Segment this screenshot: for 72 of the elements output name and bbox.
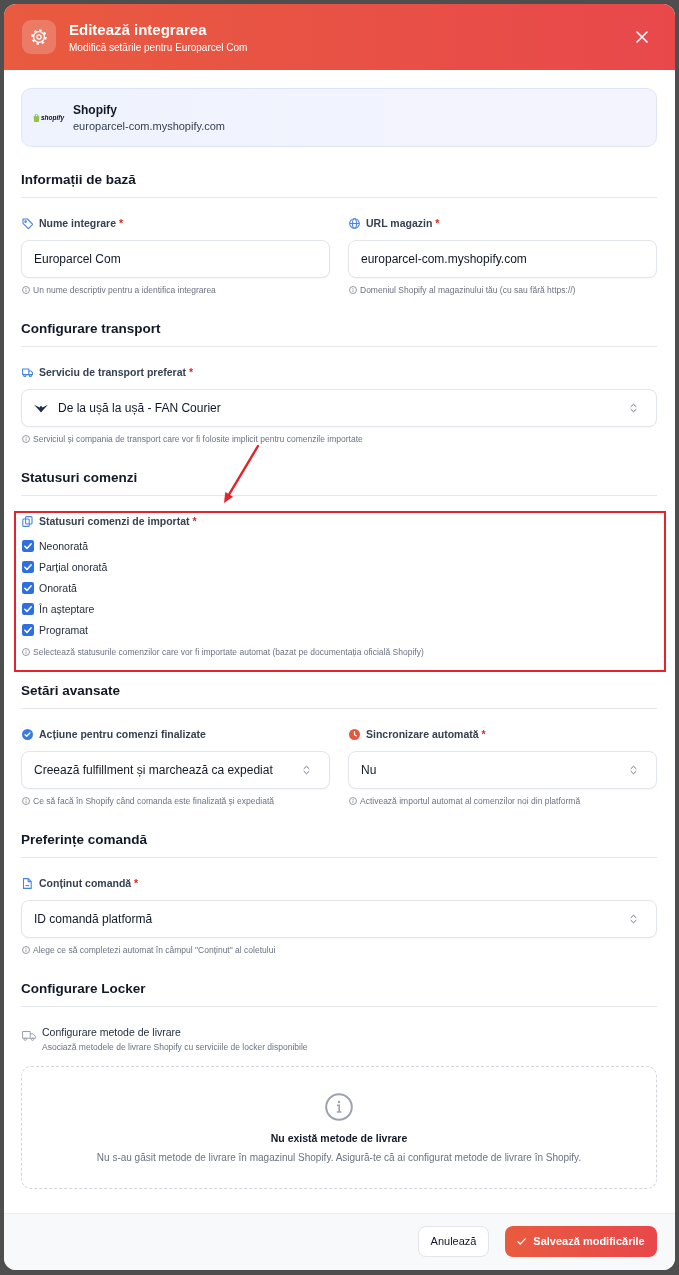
option-label: Parțial onorată <box>39 559 108 574</box>
checkbox[interactable] <box>22 560 34 573</box>
hint-text: Alege ce să completezi automat în câmpul "Conținut" al coletului <box>33 944 276 956</box>
section-title: Configurare Locker <box>21 980 147 998</box>
info-icon <box>22 435 30 443</box>
select-dropdown[interactable]: Nu <box>348 751 657 789</box>
info-icon <box>325 1093 353 1121</box>
section-title: Informații de bază <box>21 171 137 189</box>
globe-icon <box>349 217 360 229</box>
select-dropdown[interactable]: Creează fulfillment și marchează ca expediat <box>21 751 330 789</box>
settings-icon <box>22 20 56 54</box>
dialog-title: Editează integrarea <box>69 19 208 39</box>
checkbox[interactable] <box>22 581 34 594</box>
close-icon <box>636 31 648 43</box>
hint-text: Serviciul și compania de transport care vor fi folosite implicit pentru comenzile importate <box>33 433 363 445</box>
hint-text: Domeniul Shopify al magazinului tău (cu sau fără https://) <box>360 284 576 296</box>
option-label: Onorată <box>39 580 77 595</box>
field-label: URL magazin * <box>366 216 440 231</box>
clock-icon <box>349 728 360 740</box>
dialog-subtitle: Modifică setările pentru Europarcel Com <box>69 40 249 55</box>
check-icon <box>517 1237 527 1245</box>
section-title: Setări avansate <box>21 682 122 700</box>
chevron-up-down-icon <box>630 765 637 775</box>
info-icon <box>349 286 357 294</box>
option-label: Programat <box>39 622 89 637</box>
field-label: Conținut comandă * <box>39 876 139 891</box>
hint-text: Activează importul automat al comenzilor noi din platformă <box>360 795 581 807</box>
section-title: Statusuri comenzi <box>21 469 139 487</box>
close-button[interactable] <box>636 31 648 43</box>
text-input[interactable]: Europarcel Com <box>21 240 330 278</box>
annotation-arrow <box>222 444 260 504</box>
platform-url: europarcel-com.myshopify.com <box>73 118 225 134</box>
select-dropdown[interactable]: ID comandă platformă <box>21 900 657 938</box>
hint-text: Selectează statusurile comenzilor care vor fi importate automat (bazat pe documentația oficială Shopify) <box>33 646 424 658</box>
field-label: Serviciu de transport preferat * <box>39 365 194 380</box>
document-icon <box>22 877 33 889</box>
info-icon <box>22 286 30 294</box>
info-icon <box>22 946 30 954</box>
locker-title: Configurare metode de livrare <box>42 1025 182 1040</box>
empty-state-title: Nu există metode de livrare <box>270 1131 408 1145</box>
checkbox[interactable] <box>22 623 34 636</box>
field-label: Statusuri comenzi de importat * <box>39 514 197 529</box>
bag-logo-icon <box>33 113 40 122</box>
cancel-button[interactable]: Anulează <box>418 1225 489 1257</box>
text-input[interactable]: europarcel-com.myshopify.com <box>348 240 657 278</box>
field-label: Sincronizare automată * <box>366 727 486 742</box>
option-label: Neonorată <box>39 538 89 553</box>
info-icon <box>22 797 30 805</box>
chevron-up-down-icon <box>303 765 310 775</box>
info-icon <box>22 648 30 656</box>
info-icon <box>349 797 357 805</box>
select-dropdown[interactable]: De la ușă la ușă - FAN Courier <box>21 389 657 427</box>
copy-icon <box>22 515 33 527</box>
chevron-up-down-icon <box>630 403 637 413</box>
locker-description: Asociază metodele de livrare Shopify cu serviciile de locker disponibile <box>42 1041 308 1053</box>
truck-icon <box>22 1030 36 1041</box>
checkbox[interactable] <box>22 602 34 615</box>
hint-text: Un nume descriptiv pentru a identifica integrarea <box>33 284 216 296</box>
save-button[interactable]: Salvează modificările <box>505 1225 657 1257</box>
option-label: În așteptare <box>39 601 95 616</box>
section-title: Preferințe comandă <box>21 831 149 849</box>
truck-icon <box>22 366 33 378</box>
empty-state-text: Nu s-au găsit metode de livrare în magazinul Shopify. Asigură-te că ai configurat metode de livrare în Shopify. <box>96 1151 582 1165</box>
checkbox[interactable] <box>22 539 34 552</box>
field-label: Acțiune pentru comenzi finalizate <box>39 727 206 742</box>
chevron-up-down-icon <box>630 914 637 924</box>
tag-icon <box>22 217 33 229</box>
hint-text: Ce să facă în Shopify când comanda este finalizată și expediată <box>33 795 274 807</box>
field-label: Nume integrare * <box>39 216 124 231</box>
platform-name: Shopify <box>73 101 118 118</box>
check-circle-icon <box>22 728 33 740</box>
section-title: Configurare transport <box>21 320 162 338</box>
